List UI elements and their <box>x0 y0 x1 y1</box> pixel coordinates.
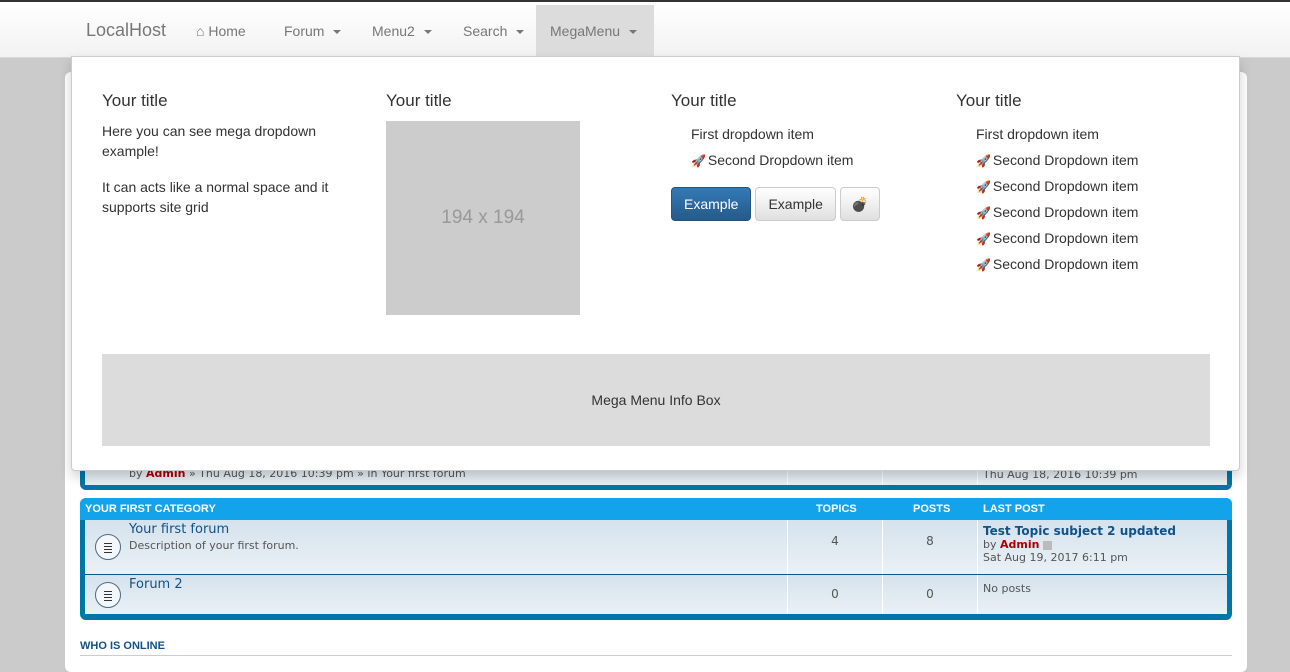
dropdown-item[interactable]: 🚀 Second Dropdown item <box>956 225 1138 251</box>
nav-megamenu[interactable]: MegaMenu <box>536 5 654 58</box>
category-header: YOUR FIRST CATEGORY TOPICS POSTS LAST PO… <box>80 498 1232 520</box>
forum-row: Forum 2 0 0 No posts <box>85 574 1227 614</box>
rocket-icon: 🚀 <box>976 154 991 168</box>
dropdown-item[interactable]: 🚀 Second Dropdown item <box>956 199 1138 225</box>
column-title: Your title <box>102 91 168 110</box>
column-title: Your title <box>956 91 1022 110</box>
forum-category-block: YOUR FIRST CATEGORY TOPICS POSTS LAST PO… <box>80 498 1232 620</box>
rocket-icon: 🚀 <box>976 232 991 246</box>
mega-col-1: Your title Here you can see mega dropdow… <box>102 91 362 217</box>
rocket-icon: 🚀 <box>976 180 991 194</box>
column-title: Your title <box>386 91 452 110</box>
example-default-button[interactable]: Example <box>755 187 836 221</box>
last-post-title[interactable]: Test Topic subject 2 updated <box>983 524 1176 538</box>
dropdown-item[interactable]: 🚀 Second Dropdown item <box>671 147 880 173</box>
placeholder-image: 194 x 194 <box>386 121 580 315</box>
dropdown-item[interactable]: 🚀 Second Dropdown item <box>956 147 1138 173</box>
mega-menu-info-box: Mega Menu Info Box <box>102 354 1210 446</box>
topics-count: 0 <box>787 575 882 614</box>
nav-forum[interactable]: Forum <box>270 5 355 58</box>
caret-down-icon <box>333 30 342 35</box>
column-title: Your title <box>671 91 737 110</box>
forum-description: Description of your first forum. <box>129 539 299 552</box>
forum-link[interactable]: Your first forum <box>129 522 229 537</box>
home-icon: ⌂ <box>196 23 205 39</box>
no-posts: No posts <box>977 575 1227 614</box>
mega-col-2: Your title 194 x 194 <box>386 91 580 315</box>
forum-row: Your first forum Description of your fir… <box>85 520 1227 574</box>
posts-count: 0 <box>882 575 977 614</box>
caret-down-icon <box>516 30 525 35</box>
dropdown-item[interactable]: First dropdown item <box>956 121 1138 147</box>
who-is-online-heading: WHO IS ONLINE <box>80 640 1232 656</box>
mega-col-4: Your title First dropdown item 🚀 Second … <box>956 91 1138 277</box>
rocket-icon: 🚀 <box>976 258 991 272</box>
author-link[interactable]: Admin <box>1000 538 1039 551</box>
last-post-date: Sat Aug 19, 2017 6:11 pm <box>983 551 1128 564</box>
bomb-icon: 💣 <box>851 196 869 212</box>
nav-menu2[interactable]: Menu2 <box>358 5 446 58</box>
rocket-icon: 🚀 <box>976 206 991 220</box>
mega-text: Here you can see mega dropdown example! <box>102 123 317 159</box>
col-posts: POSTS <box>913 503 951 515</box>
example-primary-button[interactable]: Example <box>671 187 752 221</box>
caret-down-icon <box>423 30 432 35</box>
forum-link[interactable]: Forum 2 <box>129 577 183 592</box>
col-last-post: LAST POST <box>983 503 1045 515</box>
view-latest-post-icon[interactable] <box>1042 540 1052 550</box>
nav-home[interactable]: ⌂ Home <box>182 5 260 58</box>
mega-text: It can acts like a normal space and it s… <box>102 179 329 215</box>
col-topics: TOPICS <box>816 503 857 515</box>
dropdown-item[interactable]: 🚀 Second Dropdown item <box>956 251 1138 277</box>
navbar: LocalHost ⌂ Home Forum Menu2 Search Mega… <box>0 2 1290 58</box>
mega-col-3: Your title First dropdown item 🚀 Second … <box>671 91 880 221</box>
forum-read-icon <box>95 582 121 608</box>
rocket-icon: 🚀 <box>691 154 706 168</box>
category-title[interactable]: YOUR FIRST CATEGORY <box>85 498 216 520</box>
caret-down-icon <box>629 30 638 35</box>
last-post: Test Topic subject 2 updated by Admin Sa… <box>977 520 1227 574</box>
mega-menu-dropdown: Your title Here you can see mega dropdow… <box>71 56 1240 471</box>
topics-count: 4 <box>787 520 882 574</box>
brand-link[interactable]: LocalHost <box>86 20 166 41</box>
forum-read-icon <box>95 534 121 560</box>
nav-search[interactable]: Search <box>449 5 538 58</box>
dropdown-item[interactable]: 🚀 Second Dropdown item <box>956 173 1138 199</box>
dropdown-item[interactable]: First dropdown item <box>671 121 880 147</box>
bomb-button[interactable]: 💣 <box>839 187 880 221</box>
posts-count: 8 <box>882 520 977 574</box>
